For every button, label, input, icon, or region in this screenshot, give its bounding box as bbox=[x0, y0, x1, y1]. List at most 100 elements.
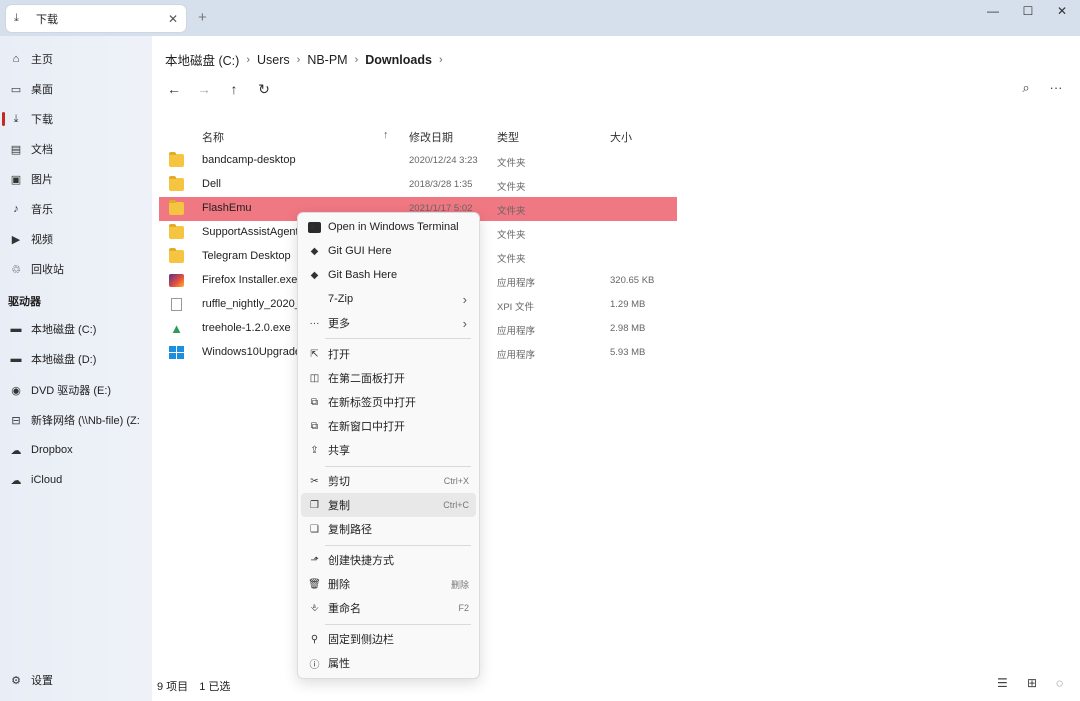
sidebar-item-dvd-e[interactable]: ◉ DVD 驱动器 (E:) bbox=[0, 377, 150, 403]
back-button[interactable]: ← bbox=[164, 80, 184, 100]
menu-item-cut[interactable]: ✂ 剪切 Ctrl+X bbox=[301, 469, 476, 493]
breadcrumb-item-users[interactable]: Users bbox=[257, 53, 290, 67]
new-tab-button[interactable]: + bbox=[198, 9, 207, 26]
close-tab-icon[interactable]: ✕ bbox=[168, 12, 178, 26]
sidebar-item-recycle-bin[interactable]: ♲ 回收站 bbox=[0, 256, 150, 282]
menu-item-git-gui[interactable]: ◆ Git GUI Here bbox=[301, 239, 476, 263]
menu-item-open-terminal[interactable]: >_ Open in Windows Terminal bbox=[301, 215, 476, 239]
menu-item-label: 删除 bbox=[328, 579, 350, 591]
loading-icon: ◌ bbox=[1056, 676, 1064, 690]
column-header-size[interactable]: 大小 bbox=[610, 129, 632, 145]
drive-icon: ▬ bbox=[10, 323, 22, 335]
close-window-button[interactable]: ✕ bbox=[1047, 4, 1077, 22]
chevron-right-icon: › bbox=[246, 53, 250, 66]
sidebar-item-downloads[interactable]: ⤓ 下载 bbox=[0, 106, 150, 132]
sidebar-item-label: 桌面 bbox=[31, 84, 53, 96]
details-view-icon[interactable]: ☰ bbox=[997, 676, 1008, 690]
sidebar-item-label: 下载 bbox=[31, 114, 53, 126]
menu-item-more[interactable]: ··· 更多 › bbox=[301, 311, 476, 335]
file-name: Firefox Installer.exe bbox=[202, 274, 298, 286]
download-icon: ⤓ bbox=[14, 12, 19, 24]
menu-item-copy[interactable]: ❐ 复制 Ctrl+C bbox=[301, 493, 476, 517]
tree-icon: ▲ bbox=[170, 321, 183, 336]
file-name: Telegram Desktop bbox=[202, 250, 291, 262]
sidebar-item-videos[interactable]: ▶ 视频 bbox=[0, 226, 150, 252]
menu-item-7zip[interactable]: 7-Zip › bbox=[301, 287, 476, 311]
refresh-button[interactable]: ↻ bbox=[254, 80, 274, 100]
menu-divider bbox=[325, 624, 471, 625]
menu-item-share[interactable]: ⇪ 共享 bbox=[301, 438, 476, 462]
search-button[interactable]: ⌕ bbox=[1016, 80, 1036, 100]
file-row[interactable]: bandcamp-desktop 2020/12/24 3:23 文件夹 bbox=[159, 149, 677, 173]
menu-item-open-new-window[interactable]: ⧉ 在新窗口中打开 bbox=[301, 414, 476, 438]
column-header-type[interactable]: 类型 bbox=[497, 129, 519, 145]
column-header-date[interactable]: 修改日期 bbox=[409, 129, 453, 145]
grid-view-icon[interactable]: ⊞ bbox=[1027, 676, 1037, 690]
menu-shortcut: F2 bbox=[458, 603, 469, 613]
menu-item-delete[interactable]: 🗑 删除 删除 bbox=[301, 572, 476, 596]
main-pane: 本地磁盘 (C:) › Users › NB-PM › Downloads › … bbox=[152, 36, 1080, 701]
menu-item-open[interactable]: ⇱ 打开 bbox=[301, 342, 476, 366]
windows-icon bbox=[169, 346, 184, 359]
sidebar-item-home[interactable]: ⌂ 主页 bbox=[0, 46, 150, 72]
sidebar-item-drive-c[interactable]: ▬ 本地磁盘 (C:) bbox=[0, 316, 150, 342]
more-options-button[interactable]: ··· bbox=[1046, 80, 1066, 100]
sidebar-item-pictures[interactable]: ▣ 图片 bbox=[0, 166, 150, 192]
breadcrumb-item-user[interactable]: NB-PM bbox=[307, 53, 347, 67]
file-name: Windows10Upgrade bbox=[202, 346, 302, 358]
sidebar-item-icloud[interactable]: ☁ iCloud bbox=[0, 467, 150, 493]
breadcrumb-item-drive[interactable]: 本地磁盘 (C:) bbox=[165, 50, 239, 69]
item-count: 9 项目 bbox=[157, 681, 189, 693]
dvd-icon: ◉ bbox=[11, 384, 21, 397]
menu-item-label: 更多 bbox=[328, 318, 350, 330]
cloud-icon: ☁ bbox=[10, 474, 22, 487]
chevron-right-icon[interactable]: › bbox=[439, 54, 443, 66]
sidebar-item-network-z[interactable]: ⊟ 新锋网络 (\\Nb-file) (Z: bbox=[0, 407, 150, 433]
menu-item-open-second-pane[interactable]: ◫ 在第二面板打开 bbox=[301, 366, 476, 390]
dual-pane-icon: ◫ bbox=[309, 372, 320, 384]
sidebar-item-desktop[interactable]: ▭ 桌面 bbox=[0, 76, 150, 102]
file-date: 2018/3/28 1:35 bbox=[409, 179, 473, 190]
sidebar-item-music[interactable]: ♪ 音乐 bbox=[0, 196, 150, 222]
settings-button[interactable]: ⚙ 设置 bbox=[0, 667, 150, 693]
sidebar-item-documents[interactable]: ▤ 文档 bbox=[0, 136, 150, 162]
menu-item-git-bash[interactable]: ◆ Git Bash Here bbox=[301, 263, 476, 287]
minimize-button[interactable]: — bbox=[978, 4, 1008, 22]
document-icon: ▤ bbox=[10, 143, 22, 156]
copy-path-icon: ❏ bbox=[310, 523, 319, 535]
file-name: treehole-1.2.0.exe bbox=[202, 322, 291, 334]
menu-item-label: 共享 bbox=[328, 445, 350, 457]
maximize-button[interactable]: ☐ bbox=[1013, 4, 1043, 22]
file-name: bandcamp-desktop bbox=[202, 154, 296, 166]
menu-item-properties[interactable]: ⓘ 属性 bbox=[301, 651, 476, 675]
menu-item-rename[interactable]: ⎀ 重命名 F2 bbox=[301, 596, 476, 620]
tab-downloads[interactable]: ⤓ 下载 ✕ bbox=[6, 5, 186, 32]
menu-item-copy-path[interactable]: ❏ 复制路径 bbox=[301, 517, 476, 541]
menu-item-pin-sidebar[interactable]: ⚲ 固定到侧边栏 bbox=[301, 627, 476, 651]
file-row[interactable]: Dell 2018/3/28 1:35 文件夹 bbox=[159, 173, 677, 197]
menu-shortcut: 删除 bbox=[450, 579, 469, 590]
sidebar-item-dropbox[interactable]: ☁ Dropbox bbox=[0, 437, 150, 463]
tab-label: 下载 bbox=[36, 13, 58, 26]
sidebar-item-label: 新锋网络 (\\Nb-file) (Z: bbox=[31, 415, 140, 427]
pin-icon: ⚲ bbox=[310, 633, 319, 645]
sidebar-item-drive-d[interactable]: ▬ 本地磁盘 (D:) bbox=[0, 346, 150, 372]
chevron-right-icon: › bbox=[296, 53, 301, 66]
file-type: 文件夹 bbox=[497, 254, 526, 265]
breadcrumb-item-downloads[interactable]: Downloads bbox=[365, 53, 432, 67]
menu-item-create-shortcut[interactable]: ⬏ 创建快捷方式 bbox=[301, 548, 476, 572]
column-header-name[interactable]: 名称 bbox=[202, 129, 224, 145]
file-type: 文件夹 bbox=[497, 158, 526, 169]
menu-item-label: 创建快捷方式 bbox=[328, 555, 394, 567]
sidebar-item-label: DVD 驱动器 (E:) bbox=[31, 385, 112, 397]
sidebar-item-label: iCloud bbox=[31, 474, 63, 486]
new-window-icon: ⧉ bbox=[310, 420, 319, 432]
up-button[interactable]: ↑ bbox=[224, 80, 244, 100]
video-icon: ▶ bbox=[11, 233, 21, 246]
menu-item-open-new-tab[interactable]: ⧉ 在新标签页中打开 bbox=[301, 390, 476, 414]
download-icon: ⤓ bbox=[13, 112, 19, 125]
share-icon: ⇪ bbox=[310, 444, 319, 456]
file-type: 应用程序 bbox=[497, 278, 536, 289]
menu-divider bbox=[325, 338, 471, 339]
forward-button[interactable]: → bbox=[194, 80, 214, 100]
